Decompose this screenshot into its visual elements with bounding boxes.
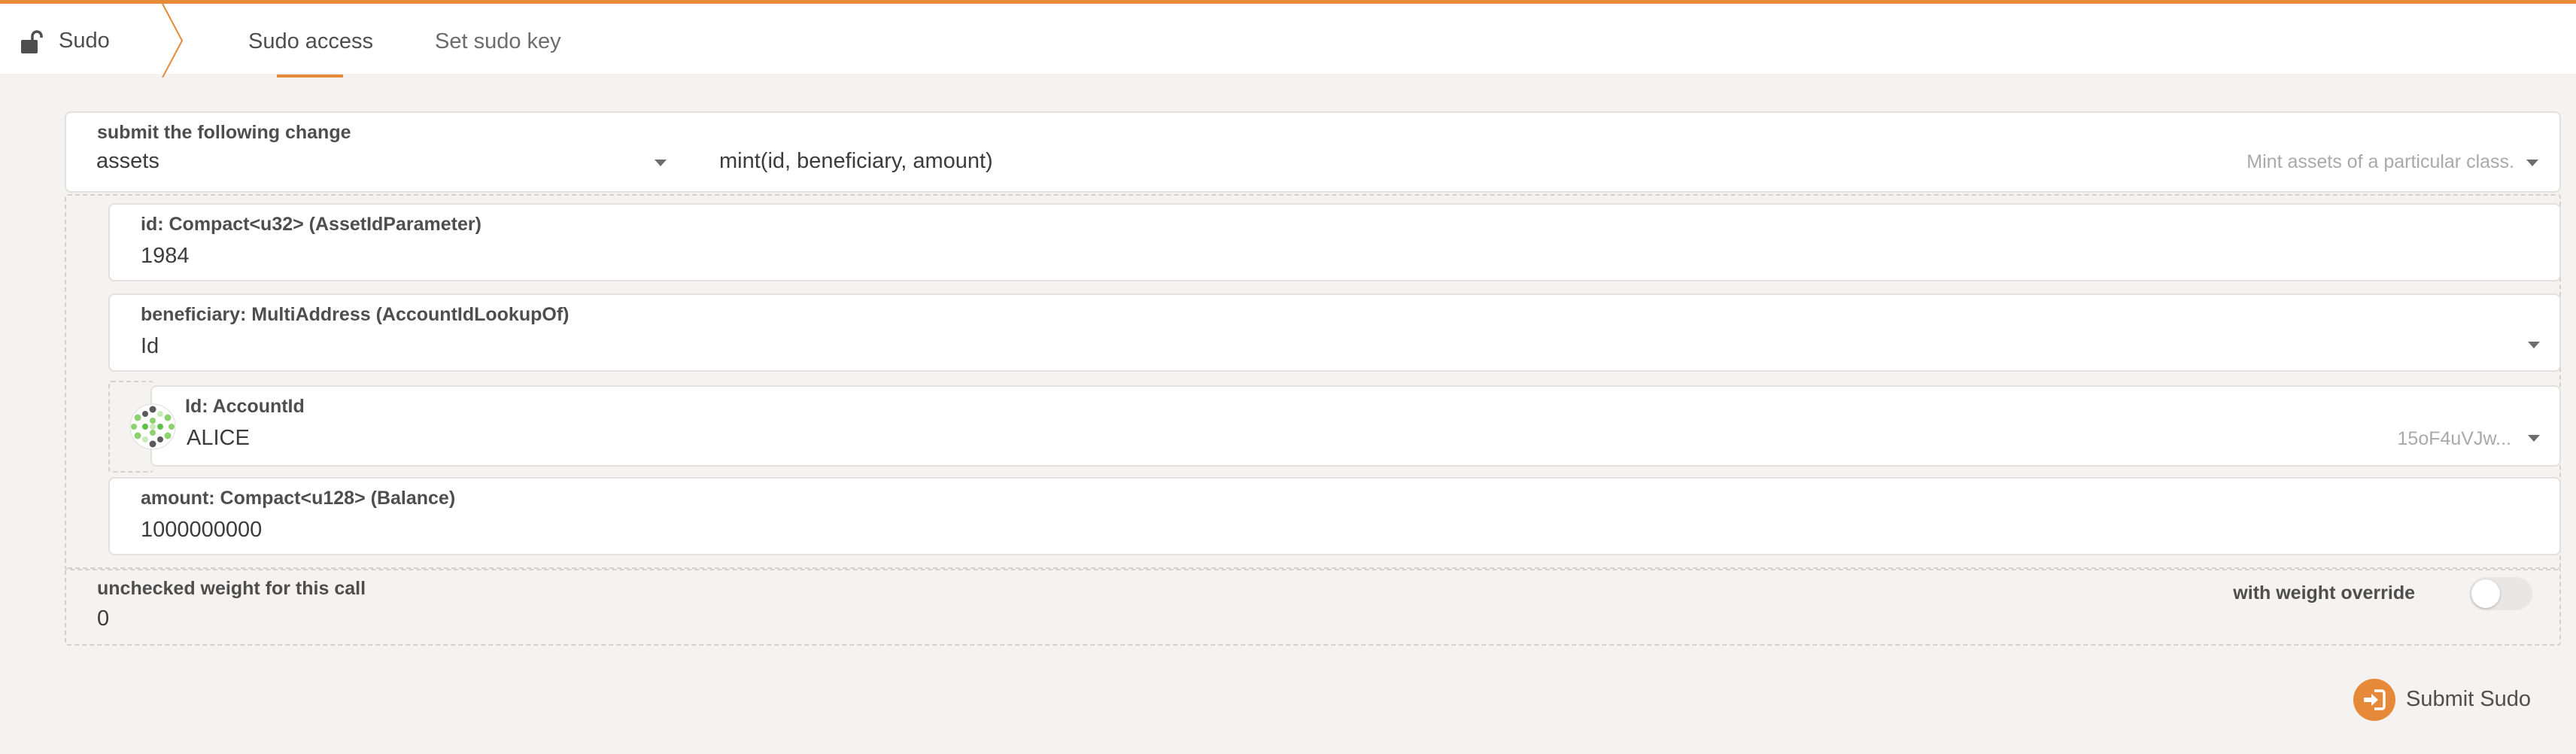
- account-id-dropdown[interactable]: Id: AccountId ALICE 15oF4uVJw...: [150, 385, 2561, 467]
- weight-override-toggle[interactable]: [2469, 577, 2532, 610]
- param-beneficiary-dropdown[interactable]: beneficiary: MultiAddress (AccountIdLook…: [108, 293, 2561, 372]
- chevron-down-icon: [2528, 435, 2540, 442]
- account-address: 15oF4uVJw...: [2397, 428, 2511, 449]
- weight-value: 0: [97, 607, 110, 631]
- toggle-knob: [2471, 579, 2500, 608]
- module-dropdown[interactable]: assets: [66, 140, 668, 190]
- param-id-field[interactable]: id: Compact<u32> (AssetIdParameter) 1984: [108, 203, 2561, 281]
- unlock-icon: [21, 30, 43, 53]
- account-name: ALICE: [187, 426, 250, 450]
- param-amount-value: 1000000000: [141, 518, 263, 542]
- submit-sudo-label: Submit Sudo: [2406, 687, 2532, 711]
- param-beneficiary-label: beneficiary: MultiAddress (AccountIdLook…: [141, 304, 570, 325]
- param-id-value: 1984: [141, 244, 190, 268]
- weight-override-label: with weight override: [2233, 582, 2415, 604]
- param-id-label: id: Compact<u32> (AssetIdParameter): [141, 214, 481, 235]
- weight-label: unchecked weight for this call: [97, 578, 366, 599]
- tab-set-sudo-key[interactable]: Set sudo key: [435, 29, 561, 54]
- param-beneficiary-value: Id: [141, 334, 159, 358]
- identicon-avatar: [129, 403, 176, 450]
- sign-in-icon: [2353, 679, 2395, 721]
- app-title: Sudo: [59, 29, 110, 53]
- active-tab-indicator: [277, 74, 343, 78]
- param-amount-label: amount: Compact<u128> (Balance): [141, 488, 456, 509]
- method-value: mint(id, beneficiary, amount): [719, 149, 993, 173]
- breadcrumb-chevron-icon: [162, 4, 184, 78]
- method-dropdown[interactable]: mint(id, beneficiary, amount) Mint asset…: [707, 140, 2559, 190]
- chevron-down-icon: [655, 160, 667, 166]
- account-id-label: Id: AccountId: [185, 396, 305, 417]
- submit-sudo-button[interactable]: Submit Sudo: [2353, 679, 2534, 721]
- param-amount-field[interactable]: amount: Compact<u128> (Balance) 10000000…: [108, 477, 2561, 555]
- method-hint: Mint assets of a particular class.: [2246, 151, 2514, 172]
- top-nav-bar: Sudo Sudo access Set sudo key: [0, 0, 2576, 78]
- tab-sudo-access[interactable]: Sudo access: [248, 29, 373, 54]
- chevron-down-icon: [2526, 160, 2538, 166]
- chevron-down-icon: [2528, 342, 2540, 348]
- module-value: assets: [96, 149, 159, 173]
- weight-section: unchecked weight for this call 0 with we…: [65, 567, 2561, 646]
